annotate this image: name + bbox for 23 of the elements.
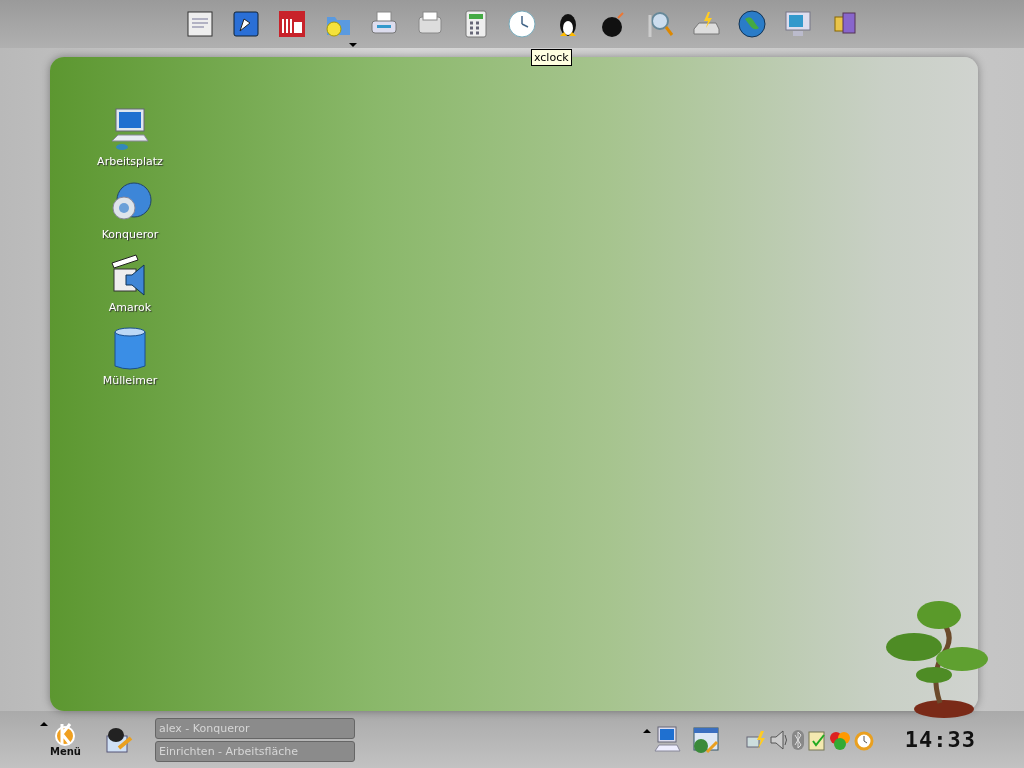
book-icon[interactable] xyxy=(277,9,307,39)
speaker-icon[interactable] xyxy=(768,728,789,751)
clock-icon[interactable] xyxy=(507,9,537,39)
tooltip: xclock xyxy=(531,49,572,66)
desktop-icon-label[interactable]: Mülleimer xyxy=(102,374,158,387)
taskbar-button[interactable]: alex - Konqueror xyxy=(155,717,355,739)
document-icon[interactable] xyxy=(185,9,215,39)
desktop-icon-label[interactable]: Konqueror xyxy=(101,228,159,241)
caret-icon[interactable] xyxy=(349,43,357,47)
desktop-icon-label[interactable]: Amarok xyxy=(108,301,152,314)
monitor-icon[interactable] xyxy=(783,9,813,39)
k-menu-button[interactable]: Menü xyxy=(50,722,81,757)
caret-icon[interactable] xyxy=(40,721,48,726)
clipboard-check-icon[interactable] xyxy=(806,728,827,751)
globe-icon[interactable] xyxy=(737,9,767,39)
taskbar-button[interactable]: Einrichten - Arbeitsfläche xyxy=(155,740,355,762)
desktop-icon-label[interactable]: Arbeitsplatz xyxy=(97,155,163,168)
bluetooth-icon[interactable] xyxy=(790,728,805,751)
fountain-pen-icon[interactable] xyxy=(231,9,261,39)
computer-icon[interactable] xyxy=(652,724,681,755)
caret-icon[interactable] xyxy=(642,728,651,733)
calendar-globe-icon[interactable] xyxy=(690,725,721,754)
panel-clock[interactable]: 14:33 xyxy=(904,727,976,752)
